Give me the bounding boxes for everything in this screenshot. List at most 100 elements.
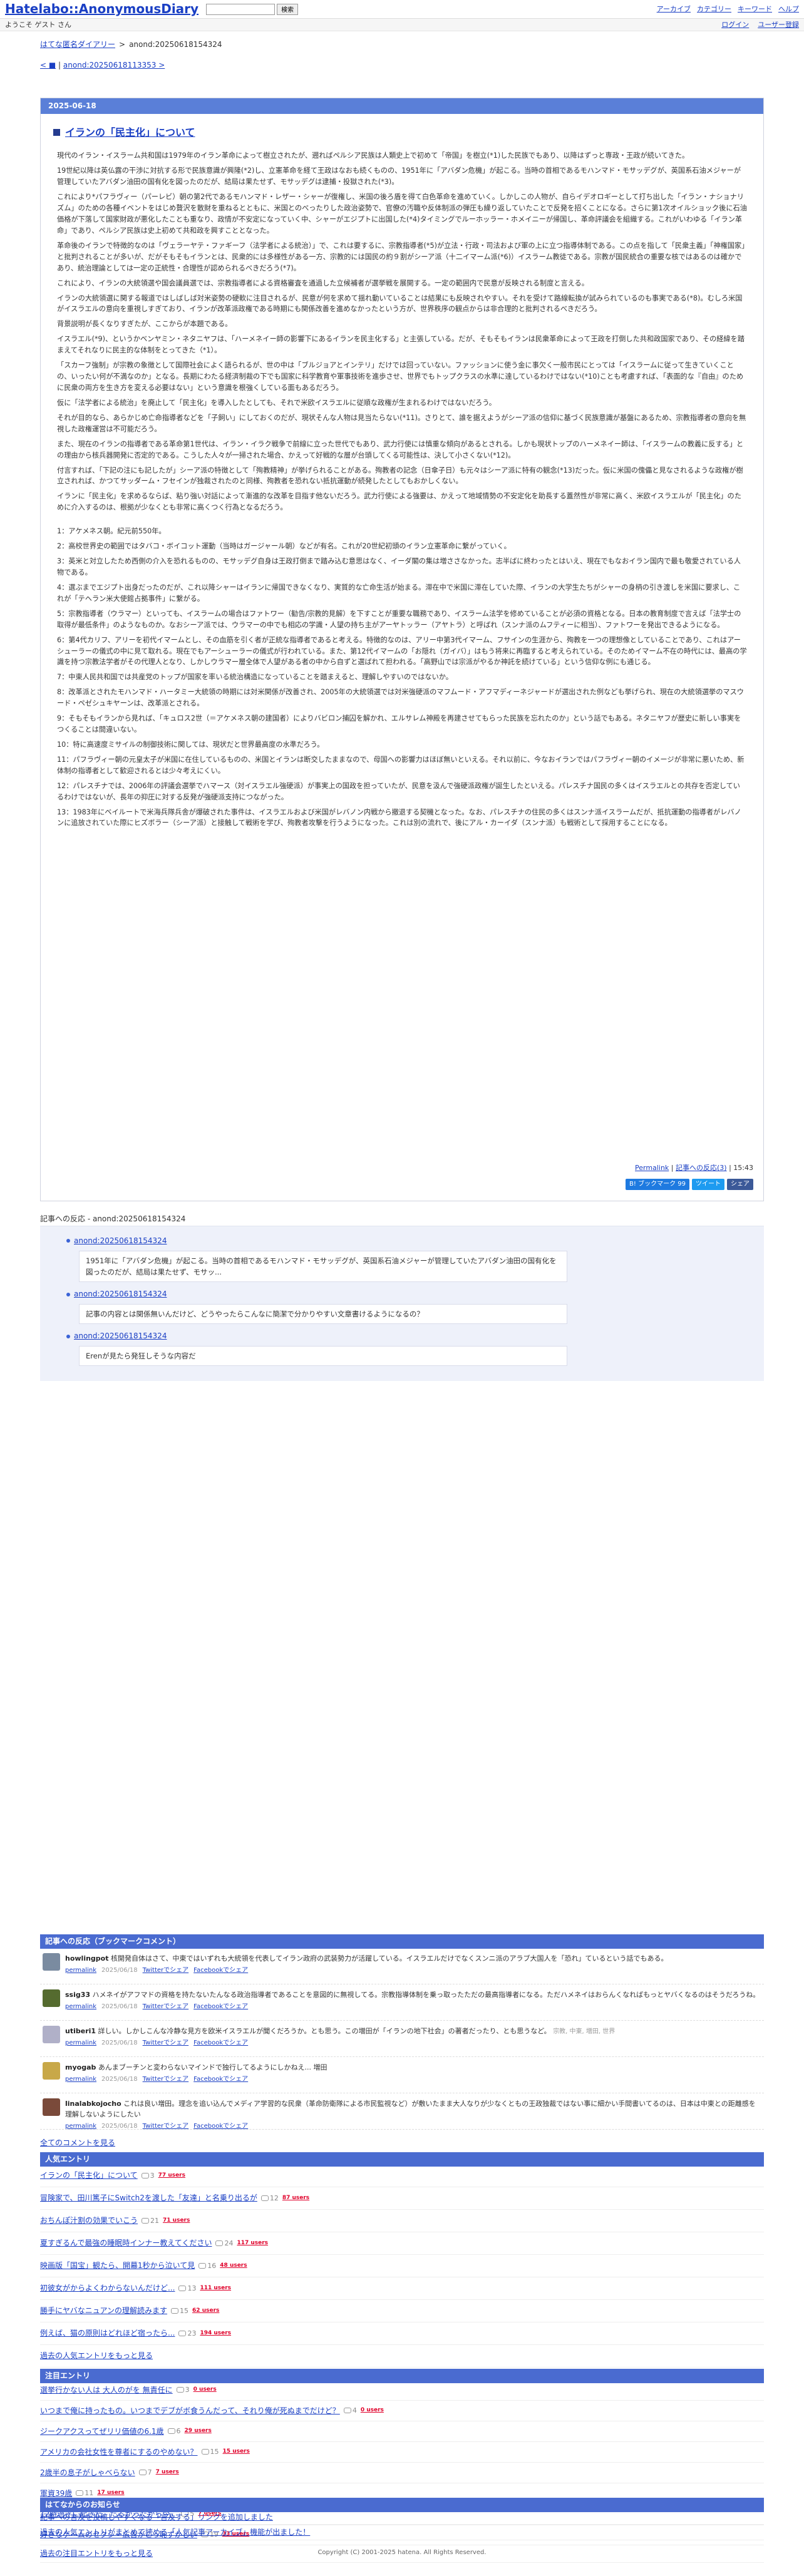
search-button[interactable]: 検索 [277,3,299,15]
twitter-share-link[interactable]: Twitterでシェア [143,2002,189,2012]
bookmark-users-badge[interactable]: 17 users [97,2489,124,2498]
bookmark-permalink[interactable]: permalink [65,2038,96,2048]
article-paragraph: 革命後のイランで特徴的なのは「ヴェラーヤテ・ファギーフ（法学者による統治）」で、… [57,241,745,272]
register-link[interactable]: ユーザー登録 [758,19,799,30]
bookmark-user[interactable]: linalabkojocho [65,2100,121,2108]
facebook-share-link[interactable]: Facebookでシェア [193,2075,248,2085]
bookmark-users-badge[interactable]: 77 users [158,2172,185,2180]
reaction-link[interactable]: anond:20250618154324 [74,1288,167,1300]
bookmark-users-badge[interactable]: 7 users [156,2468,179,2477]
comment-count: 4 [343,2405,357,2416]
bookmark-permalink[interactable]: permalink [65,2122,96,2132]
facebook-share-link[interactable]: Facebookでシェア [193,2122,248,2132]
user-bar: ようこそ ゲスト さん ログイン ユーザー登録 [0,19,804,31]
article-paragraph: 現代のイラン・イスラーム共和国は1979年のイラン革命によって樹立されたが、遡れ… [57,151,689,160]
footnote: 7：中東人民共和国では共産党のトップが国家を率いる統治構造になっていることを踏ま… [57,673,453,682]
entry-link[interactable]: ジークアクスってぜリリ価値の6.1歳 [40,2426,164,2438]
article-title: イランの「民主化」について [53,125,763,141]
comment-count: 15 [171,2306,188,2316]
help-link[interactable]: ヘルプ [778,4,799,14]
bookmark-user[interactable]: myogab [65,2063,96,2071]
avatar[interactable] [43,2062,60,2080]
reaction-count-link[interactable]: 記事への反応(3) [676,1164,727,1172]
reaction-link[interactable]: anond:20250618154324 [74,1235,167,1247]
entry-link[interactable]: イランの「民主化」について [40,2170,138,2182]
entry-link[interactable]: いつまで俺に持ったもの。いつまでデブがボ食うんだって、それり俺が死ぬまでだけど？ [40,2405,340,2417]
post-time: 15:43 [733,1164,753,1172]
bookmark-users-badge[interactable]: 117 users [237,2239,268,2248]
category-link[interactable]: カテゴリー [697,4,731,14]
twitter-share-link[interactable]: Twitterでシェア [143,2122,189,2132]
avatar[interactable] [43,1953,60,1971]
bookmark-users-badge[interactable]: 62 users [192,2307,219,2316]
entry-link[interactable]: 選挙行かない人は 大人のがを 無責任に [40,2384,173,2396]
facebook-share-link[interactable]: Facebookでシェア [193,1966,248,1976]
entry-link[interactable]: 初彼女がからよくわからないんだけど... [40,2282,175,2294]
entry-item: 選挙行かない人は 大人のがを 無責任に 3 0 users [40,2380,764,2401]
bookmark-permalink[interactable]: permalink [65,2075,96,2085]
entry-item: 夏すぎるんで最強の睡眠時インナー教えてください 24 117 users [40,2232,764,2255]
bookmark-permalink[interactable]: permalink [65,1966,96,1976]
entry-link[interactable]: 映画版「国宝」観たら、開幕1秒から泣いて見 [40,2260,195,2272]
news-link[interactable]: 過去の人気エントリがまとめて読める「人気記事アーカイブ」機能が出ました！ [40,2527,310,2538]
site-logo[interactable]: Hatelabo::AnonymousDiary [5,0,198,19]
comment-bubble-icon [178,2285,187,2291]
bookmark-comment: myogab あんまブーチンと変わらないマインドで独行してるようにしかねえ...… [40,2057,764,2093]
bookmark-users-badge[interactable]: 48 users [220,2262,247,2271]
comment-count: 3 [141,2170,155,2181]
more-popular-row: 過去の人気エントリをもっと見る [40,2345,764,2368]
comment-count: 12 [260,2193,279,2204]
prev-next-nav: < ■ | anond:20250618113353 > [40,59,804,71]
reaction-link[interactable]: anond:20250618154324 [74,1330,167,1342]
facebook-share-button[interactable]: シェア [727,1179,753,1190]
entry-link[interactable]: おちんぽ汁割の効果でいこう [40,2215,138,2227]
keyword-link[interactable]: キーワード [738,4,772,14]
permalink[interactable]: Permalink [635,1164,669,1172]
twitter-share-link[interactable]: Twitterでシェア [143,2075,189,2085]
entry-link[interactable]: アメリカの会社女性を尊者にするのやめない？ [40,2446,198,2458]
avatar[interactable] [43,2026,60,2043]
entry-item: ジークアクスってぜリリ価値の6.1歳 6 29 users [40,2421,764,2442]
bookmark-users-badge[interactable]: 71 users [163,2217,190,2225]
entry-link[interactable]: 勝手にヤバなニュアンの理解読みます [40,2305,167,2317]
bookmark-users-badge[interactable]: 0 users [193,2386,217,2394]
bookmark-users-badge[interactable]: 111 users [200,2284,231,2293]
news-link[interactable]: 記事への言及を投稿しやすくなる「言及する」リンクを追加しました [40,2512,273,2523]
entry-link[interactable]: 2歳半の息子がしゃべらない [40,2467,135,2479]
footnote: 6：第4代カリフ、アリーを初代イマームとし、その血筋を引く者が正統な指導者である… [57,635,747,667]
facebook-share-link[interactable]: Facebookでシェア [193,2002,248,2012]
article-title-link[interactable]: イランの「民主化」について [65,125,195,141]
twitter-share-link[interactable]: Twitterでシェア [143,2038,189,2048]
entry-link[interactable]: 例えば、猫の原則はどれほど宿ったら... [40,2327,175,2339]
bookmark-comment: ssig33 ハメネイがアフマドの資格を持たないたんなる政治指導者であることを意… [40,1984,764,2021]
bookmark-users-badge[interactable]: 87 users [282,2194,309,2203]
breadcrumb-home[interactable]: はてな匿名ダイアリー [40,39,115,51]
comment-count: 3 [176,2384,190,2395]
login-link[interactable]: ログイン [721,19,749,30]
bookmark-user[interactable]: utiberi1 [65,2027,96,2035]
entry-item: イランの「民主化」について 3 77 users [40,2165,764,2187]
more-popular-link[interactable]: 過去の人気エントリをもっと見る [40,2350,153,2362]
bookmark-permalink[interactable]: permalink [65,2002,96,2012]
avatar[interactable] [43,1989,60,2007]
next-entry-link[interactable]: anond:20250618113353 > [63,61,165,69]
twitter-share-link[interactable]: Twitterでシェア [143,1966,189,1976]
bookmark-user[interactable]: ssig33 [65,1991,90,1999]
bookmark-users-badge[interactable]: 194 users [200,2329,231,2338]
entry-link[interactable]: 夏すぎるんで最強の睡眠時インナー教えてください [40,2237,212,2249]
bookmark-users-badge[interactable]: 15 users [223,2448,250,2456]
bookmark-comment: howlingpot 核開発自体はさて、中東ではいずれも大統領を代表してイラン政… [40,1948,764,1984]
bookmark-users-badge[interactable]: 0 users [361,2406,384,2415]
tweet-button[interactable]: ツイート [692,1179,724,1190]
all-comments-link[interactable]: 全てのコメントを見る [40,2137,115,2149]
facebook-share-link[interactable]: Facebookでシェア [193,2038,248,2048]
hatena-bookmark-button[interactable]: B! ブックマーク 99 [626,1179,689,1190]
footnote: 5：宗教指導者（ウラマー）といっても、イスラームの場合はファトワー（勧告/宗教的… [57,609,741,629]
bookmark-users-badge[interactable]: 29 users [185,2427,212,2436]
search-input[interactable] [206,3,276,15]
archive-link[interactable]: アーカイブ [657,4,691,14]
entry-link[interactable]: 冒険家で、田川篤子にSwitch2を渡した「友達」と名乗り出るが [40,2192,257,2204]
avatar[interactable] [43,2098,60,2116]
bookmark-user[interactable]: howlingpot [65,1954,109,1963]
prev-entry-link[interactable]: < ■ [40,61,56,69]
